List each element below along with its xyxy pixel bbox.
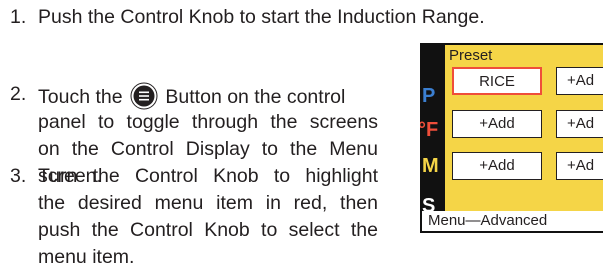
step-line: Touch the Button on the control <box>38 82 410 110</box>
step-line: Turn the Control Knob to highlight <box>38 165 378 187</box>
caption-text: Menu—Advanced <box>428 212 548 229</box>
step-1: 1. Push the Control Knob to start the In… <box>10 5 603 30</box>
side-tab-p: P <box>422 85 436 107</box>
step-text: Button on the control <box>165 86 346 108</box>
menu-button-icon <box>130 82 158 110</box>
menu-item: +Ad <box>556 67 603 95</box>
display-caption: Menu—Advanced <box>420 211 603 233</box>
step-number: 3. <box>10 165 27 187</box>
step-text: Push the Control Knob to start the Induc… <box>38 6 485 28</box>
side-tab-m: M <box>422 155 439 177</box>
control-display: P °F M S Preset RICE +Ad +Add +Ad +Add +… <box>420 43 603 233</box>
step-number: 2. <box>10 83 27 105</box>
step-line: the desired menu item in red, then <box>38 192 378 214</box>
step-line: push the Control Knob to select the <box>38 219 378 241</box>
menu-item: +Ad <box>556 110 603 138</box>
step-text: Touch the <box>38 86 123 108</box>
screen-header: Preset <box>449 47 493 64</box>
step-3: 3. Turn the Control Knob to highlight th… <box>10 164 410 276</box>
menu-item: +Add <box>452 110 542 138</box>
menu-item: +Ad <box>556 152 603 180</box>
step-line: on the Control Display to the Menu <box>38 138 378 160</box>
side-tab-f: °F <box>420 119 439 141</box>
menu-screen: Preset RICE +Ad +Add +Ad +Add +Ad <box>445 45 603 211</box>
menu-item-selected: RICE <box>452 67 542 95</box>
step-line: panel to toggle through the screens <box>38 111 378 133</box>
menu-item: +Add <box>452 152 542 180</box>
step-number: 1. <box>10 6 27 28</box>
step-line: menu item. <box>38 246 135 268</box>
